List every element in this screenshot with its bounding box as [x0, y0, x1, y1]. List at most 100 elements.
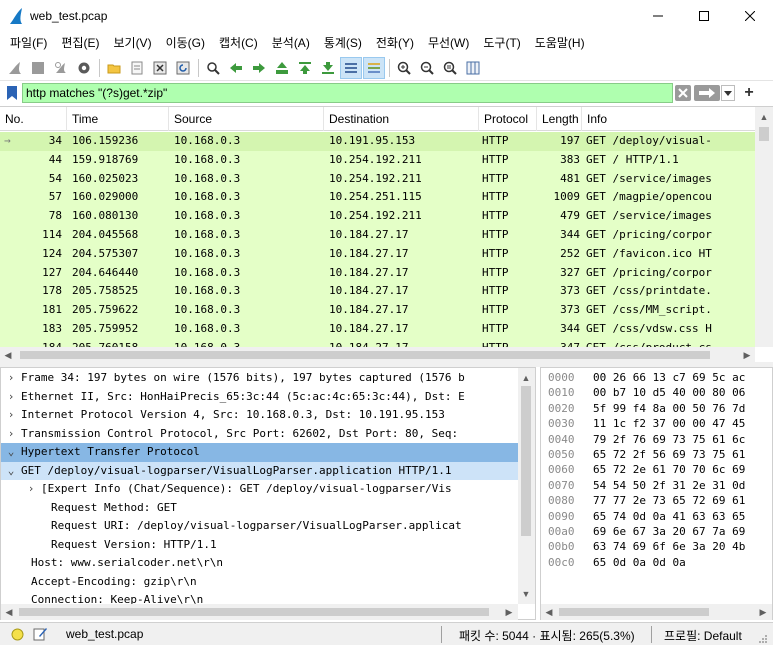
hex-row[interactable]: 00a0 69 6e 67 3a 20 67 7a 69 [541, 524, 772, 539]
capture-options-gear-icon[interactable] [73, 57, 95, 79]
scrollbar-thumb[interactable] [19, 608, 489, 616]
menu-wireless[interactable]: 무선(W) [421, 32, 476, 54]
menu-telephony[interactable]: 전화(Y) [369, 32, 421, 54]
bytes-horizontal-scrollbar[interactable]: ◀ ▶ [541, 604, 772, 620]
detail-tree-item[interactable]: › Frame 34: 197 bytes on wire (1576 bits)… [1, 369, 518, 388]
maximize-button[interactable] [681, 0, 727, 32]
scroll-left-arrow-icon[interactable]: ◀ [1, 604, 17, 620]
collapsed-chevron-icon[interactable]: › [5, 369, 17, 388]
hex-row[interactable]: 0010 00 b7 10 d5 40 00 80 06 [541, 385, 772, 400]
hex-row[interactable]: 0050 65 72 2f 56 69 73 75 61 [541, 447, 772, 462]
packet-row[interactable]: 127 204.646440 10.168.0.3 10.184.27.17 HTTP 3… [0, 263, 755, 283]
detail-tree-item[interactable]: Host: www.serialcoder.net\r\n [1, 554, 518, 573]
col-header-no[interactable]: No. [0, 107, 67, 131]
detail-tree-item[interactable]: ⌄ Hypertext Transfer Protocol [1, 443, 518, 462]
detail-tree-item[interactable]: › Ethernet II, Src: HonHaiPrecis_65:3c:44… [1, 388, 518, 407]
colorize-list-icon[interactable] [363, 56, 385, 79]
menu-statistics[interactable]: 통계(S) [317, 32, 369, 54]
detail-tree-item[interactable]: Request Version: HTTP/1.1 [1, 536, 518, 555]
filter-history-chevron-down-icon[interactable] [721, 85, 735, 101]
menu-capture[interactable]: 캡처(C) [212, 32, 265, 54]
scrollbar-thumb[interactable] [20, 351, 710, 359]
first-packet-icon[interactable] [294, 57, 316, 79]
capture-comment-edit-icon[interactable] [33, 627, 48, 644]
packet-row[interactable]: 184 205.760158 10.168.0.3 10.184.27.17HTTP3… [0, 338, 755, 347]
col-header-length[interactable]: Length [537, 107, 582, 131]
minimize-button[interactable] [635, 0, 681, 32]
scroll-down-arrow-icon[interactable]: ▼ [518, 586, 534, 602]
menu-go[interactable]: 이동(G) [159, 32, 212, 54]
menu-edit[interactable]: 편집(E) [54, 32, 106, 54]
status-profile[interactable]: 프로필: Default [664, 627, 742, 644]
packet-row[interactable]: 44 159.918769 10.168.0.3 10.254.192.211 HTTP… [0, 150, 755, 170]
packet-row[interactable]: → 34 106.159236 10.168.0.3 10.191.95.153 HTTP… [0, 132, 755, 151]
packet-row[interactable]: 54 160.025023 10.168.0.3 10.254.192.211 HTTP… [0, 169, 755, 189]
close-file-icon[interactable] [149, 57, 171, 79]
scroll-right-arrow-icon[interactable]: ▶ [501, 604, 517, 620]
zoom-out-icon[interactable] [416, 57, 438, 79]
packet-row[interactable]: 124 204.575307 10.168.0.3 10.184.27.17 HTTP 2… [0, 244, 755, 264]
detail-tree-item[interactable]: Request URI: /deploy/visual-logparser/Vi… [1, 517, 518, 536]
scroll-left-arrow-icon[interactable]: ◀ [541, 604, 557, 620]
last-packet-icon[interactable] [317, 57, 339, 79]
scrollbar-thumb[interactable] [521, 386, 531, 536]
go-to-packet-icon[interactable] [271, 57, 293, 79]
menu-view[interactable]: 보기(V) [106, 32, 158, 54]
col-header-time[interactable]: Time [67, 107, 169, 131]
detail-tree-item[interactable]: Accept-Encoding: gzip\r\n [1, 573, 518, 592]
reload-file-icon[interactable] [172, 57, 194, 79]
display-filter-input[interactable]: http matches "(?s)get.*zip" [22, 83, 673, 103]
scrollbar-thumb[interactable] [759, 127, 769, 141]
normal-size-icon[interactable] [439, 57, 461, 79]
packet-list-vertical-scrollbar[interactable]: ▲ [755, 107, 773, 347]
collapsed-chevron-icon[interactable]: › [5, 406, 17, 425]
packet-row[interactable]: 57 160.029000 10.168.0.3 10.254.251.115 HTTP… [0, 188, 755, 208]
detail-tree-item[interactable]: › [Expert Info (Chat/Sequence): GET /depl… [1, 480, 518, 499]
go-back-arrow-icon[interactable] [225, 57, 247, 79]
menu-file[interactable]: 파일(F) [3, 32, 54, 54]
find-packet-search-icon[interactable] [202, 57, 224, 79]
detail-tree-item[interactable]: Request Method: GET [1, 499, 518, 518]
restart-capture-icon[interactable] [50, 57, 72, 79]
detail-tree-item[interactable]: › Transmission Control Protocol, Src Port… [1, 425, 518, 444]
add-filter-button-plus-icon[interactable]: + [741, 84, 757, 102]
zoom-in-icon[interactable] [393, 57, 415, 79]
close-button[interactable] [727, 0, 773, 32]
scroll-right-arrow-icon[interactable]: ▶ [739, 347, 755, 363]
detail-tree-item[interactable]: › Internet Protocol Version 4, Src: 10.16… [1, 406, 518, 425]
detail-tree-item[interactable]: ⌄ GET /deploy/visual-logparser/VisualLogP… [1, 461, 518, 481]
expert-info-status-icon[interactable] [11, 628, 24, 644]
packet-list-horizontal-scrollbar[interactable]: ◀ ▶ [0, 347, 755, 363]
open-folder-icon[interactable] [103, 57, 125, 79]
packet-row[interactable]: 183 205.759952 10.168.0.3 10.184.27.17 HTTP 3… [0, 320, 755, 339]
packet-row[interactable]: 178 205.758525 10.168.0.3 10.184.27.17 HTTP 3… [0, 282, 755, 302]
detail-tree-item[interactable]: Connection: Keep-Alive\r\n [1, 591, 518, 604]
save-file-icon[interactable] [126, 57, 148, 79]
hex-row[interactable]: 0090 65 74 0d 0a 41 63 63 65 [541, 509, 772, 524]
menu-analyze[interactable]: 분석(A) [265, 32, 317, 54]
menu-tools[interactable]: 도구(T) [476, 32, 527, 54]
clear-filter-icon[interactable] [675, 85, 691, 101]
packet-row[interactable]: 114 204.045568 10.168.0.3 10.184.27.17 HTTP 3… [0, 226, 755, 245]
menu-help[interactable]: 도움말(H) [528, 32, 592, 54]
hex-row[interactable]: 0080 77 77 2e 73 65 72 69 61 [541, 493, 772, 508]
hex-row[interactable]: 00b0 63 74 69 6f 6e 3a 20 4b [541, 539, 772, 554]
collapsed-chevron-icon[interactable]: › [5, 425, 17, 444]
auto-scroll-icon[interactable] [340, 56, 362, 79]
details-horizontal-scrollbar[interactable]: ◀ ▶ [1, 604, 518, 620]
col-header-protocol[interactable]: Protocol [479, 107, 537, 131]
packet-row[interactable]: 181 205.759622 10.168.0.3 10.184.27.17 HTTP 3… [0, 301, 755, 320]
expanded-chevron-icon[interactable]: ⌄ [5, 462, 17, 481]
filter-bookmark-icon[interactable] [3, 84, 21, 102]
stop-capture-icon[interactable] [27, 57, 49, 79]
scroll-up-arrow-icon[interactable]: ▲ [756, 109, 772, 125]
hex-row[interactable]: 0040 79 2f 76 69 73 75 61 6c [541, 432, 772, 447]
collapsed-chevron-icon[interactable]: › [25, 480, 37, 499]
scrollbar-thumb[interactable] [559, 608, 709, 616]
start-capture-fin-icon[interactable] [4, 57, 26, 79]
collapsed-chevron-icon[interactable]: › [5, 388, 17, 407]
go-forward-arrow-icon[interactable] [248, 57, 270, 79]
resize-grip-icon[interactable] [758, 633, 768, 645]
expanded-chevron-icon[interactable]: ⌄ [5, 443, 17, 462]
resize-columns-icon[interactable] [462, 57, 484, 79]
